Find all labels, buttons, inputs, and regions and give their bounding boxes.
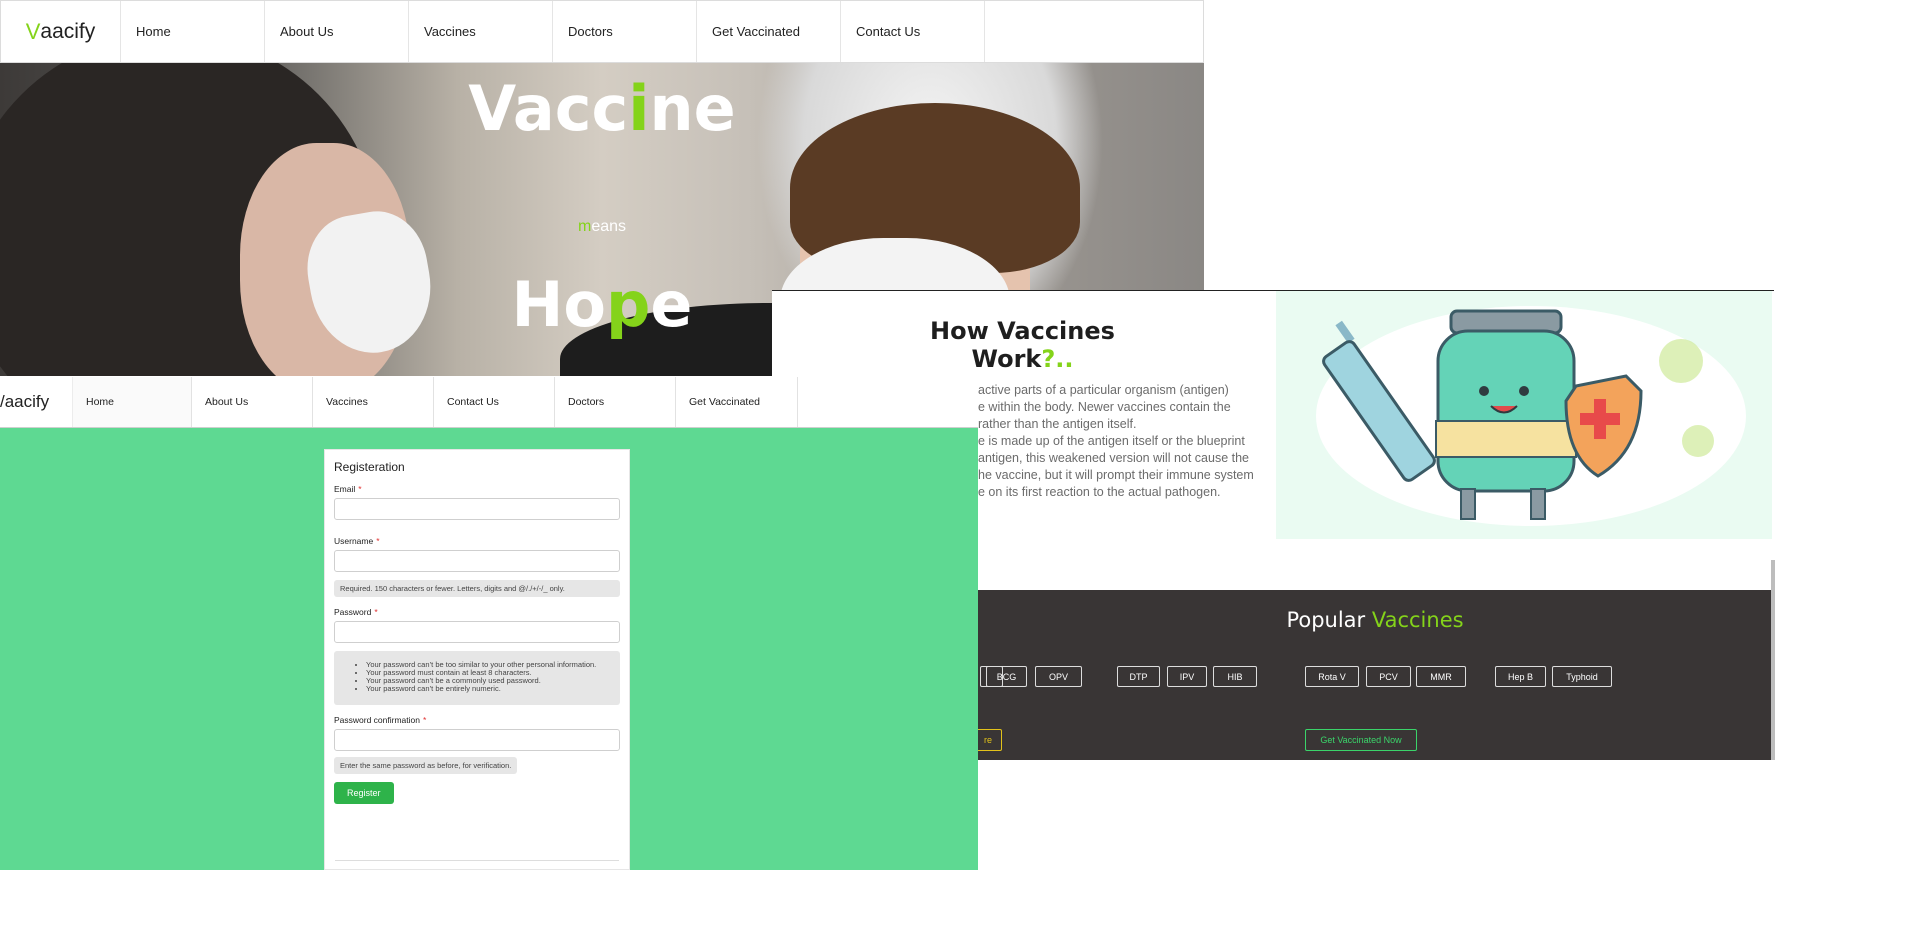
email-label: Email * [334,484,620,494]
nav-doctors[interactable]: Doctors [553,1,697,62]
nav-about-us[interactable]: About Us [265,1,409,62]
nav2-home[interactable]: Home [72,377,192,427]
registration-form: Registeration Email * Username * Required.… [324,449,630,870]
registration-heading: Registeration [334,460,405,474]
paragraph-line: e within the body. Newer vaccines contai… [978,400,1231,414]
nav2-contact-us[interactable]: Contact Us [434,377,555,427]
vaccine-bottle-icon [1316,306,1746,526]
nav-vaccines[interactable]: Vaccines [409,1,553,62]
vaccine-chip-hep-b[interactable]: Hep B [1495,666,1546,687]
hero-hope-part: e [650,268,693,341]
nav2-doctors[interactable]: Doctors [555,377,676,427]
how-vaccines-work-title-mark: ?.. [1041,345,1074,373]
how-vaccines-work-title: How Vaccines Work?.. [900,317,1145,373]
required-asterisk: * [358,484,362,494]
password-confirmation-label: Password confirmation * [334,715,620,725]
scrollbar[interactable] [1771,560,1775,760]
hero-title-accent: i [628,72,650,145]
form-divider [335,860,619,861]
password-confirmation-field[interactable] [334,729,620,751]
how-vaccines-work-title-text: How Vaccines Work [930,317,1115,373]
password-label-text: Password [334,607,372,617]
required-asterisk: * [422,715,427,725]
required-asterisk: * [376,536,380,546]
password-confirmation-help: Enter the same password as before, for v… [334,757,518,774]
vaccine-chip-typhoid[interactable]: Typhoid [1552,666,1612,687]
username-label: Username * [334,536,620,546]
username-label-text: Username [334,536,374,546]
brand-logo-text: aacify [40,19,96,43]
popular-title-part: Popular [1286,608,1372,632]
hero-hope-accent: p [606,268,651,341]
popular-vaccines-title: Popular Vaccines [978,608,1772,632]
popular-title-accent: Vaccines [1371,608,1464,632]
paragraph-line: active parts of a particular organism (a… [978,383,1229,397]
email-label-text: Email [334,484,356,494]
vaccine-chip-dtp[interactable]: DTP [1117,666,1160,687]
nav2-about-us[interactable]: About Us [192,377,313,427]
paragraph-line: antigen, this weakened version will not … [978,451,1249,465]
second-navbar: /aacify Home About Us Vaccines Contact U… [0,377,978,428]
top-navbar: Vaacify Home About Us Vaccines Doctors G… [0,0,1204,63]
hero-title: Vaccine [0,72,1204,145]
paragraph-line: rather than the antigen itself. [978,417,1137,431]
hero-hope-part: Ho [511,268,607,341]
password-field[interactable] [334,621,620,643]
how-vaccines-work-text: active parts of a particular organism (a… [978,382,1278,501]
brand-logo-initial: V [25,18,41,44]
hero-title-part: ne [649,72,736,145]
nav-home[interactable]: Home [121,1,265,62]
nav-contact-us[interactable]: Contact Us [841,1,985,62]
hero-subtitle-accent: m [577,218,592,235]
get-vaccinated-now-button[interactable]: Get Vaccinated Now [1305,729,1417,751]
hero-subtitle: means [0,218,1204,236]
username-help: Required. 150 characters or fewer. Lette… [334,580,620,597]
vaccine-chip-hib[interactable]: HIB [1213,666,1257,687]
password-help: Your password can’t be too similar to yo… [334,651,620,705]
password-confirmation-label-text: Password confirmation [334,715,420,725]
vaccine-chip-mmr[interactable]: MMR [1416,666,1466,687]
vaccine-illustration [1276,291,1772,539]
nav-get-vaccinated[interactable]: Get Vaccinated [697,1,841,62]
paragraph-line: he vaccine, but it will prompt their imm… [978,468,1254,482]
email-field[interactable] [334,498,620,520]
password-label: Password * [334,607,620,617]
vaccine-chip-pcv[interactable]: PCV [1366,666,1411,687]
vaccine-chip-opv[interactable]: OPV [1035,666,1082,687]
register-button[interactable]: Register [334,782,394,804]
vaccine-chip-bcg[interactable]: BCG [986,666,1027,687]
brand-logo-secondary[interactable]: /aacify [0,392,72,412]
hero-title-part: Vacc [468,72,629,145]
nav2-vaccines[interactable]: Vaccines [313,377,434,427]
username-field[interactable] [334,550,620,572]
brand-logo[interactable]: Vaacify [1,1,121,62]
paragraph-line: e on its first reaction to the actual pa… [978,485,1221,499]
password-help-item: Your password can’t be entirely numeric. [366,685,614,693]
hero-subtitle-part: eans [591,218,627,235]
vaccine-chip-rota-v[interactable]: Rota V [1305,666,1359,687]
required-asterisk: * [374,607,378,617]
paragraph-line: e is made up of the antigen itself or th… [978,434,1245,448]
vaccine-chip-ipv[interactable]: IPV [1167,666,1207,687]
nav2-get-vaccinated[interactable]: Get Vaccinated [676,377,798,427]
